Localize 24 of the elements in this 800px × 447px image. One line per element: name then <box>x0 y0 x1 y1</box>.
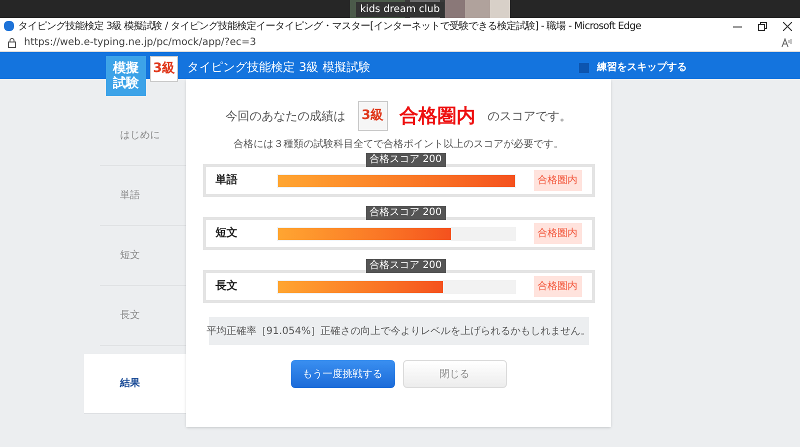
result-tail: のスコアです。 <box>488 108 572 125</box>
window-title: タイピング技能検定 3級 模擬試験 / タイピング技能検定イータイピング・マスター[インターネットで受験できる検定試験] - 職場 - Microsoft Edge <box>18 20 642 34</box>
result-verdict: 合格圏内 <box>400 104 476 129</box>
pass-note: 合格には３種類の試験科目全てで合格ポイント以上のスコアが必要です。 <box>234 138 564 152</box>
subject-name: 短文 <box>216 225 238 242</box>
pass-marker: 合格スコア 200 <box>366 153 446 167</box>
pass-status: 合格圏内 <box>534 223 582 244</box>
meeting-label: kids dream club <box>356 2 444 16</box>
sidebar-item[interactable]: 結果 <box>84 354 186 414</box>
pass-marker: 合格スコア 200 <box>366 259 446 273</box>
close-button[interactable]: 閉じる <box>402 360 506 388</box>
pass-status: 合格圏内 <box>534 276 582 297</box>
skip-label: 練習をスキップする <box>597 60 687 75</box>
retry-button[interactable]: もう一度挑戦する <box>290 360 394 388</box>
result-lead: 今回のあなたの成績は <box>226 108 346 125</box>
pass-status: 合格圏内 <box>534 170 582 191</box>
subject-name: 長文 <box>216 278 238 294</box>
logo: 模擬試験 <box>106 56 146 96</box>
page-title: タイピング技能検定 3級 模擬試験 <box>187 59 370 76</box>
grade-badge: 3級 <box>150 56 178 82</box>
pass-marker: 合格スコア 200 <box>366 206 446 220</box>
accuracy-message: 平均正確率［91.054%］正確さの向上で今よりレベルを上げられるかもしれません。 <box>206 324 591 338</box>
grade-badge: 3級 <box>358 101 388 131</box>
subject-name: 単語 <box>216 172 238 188</box>
